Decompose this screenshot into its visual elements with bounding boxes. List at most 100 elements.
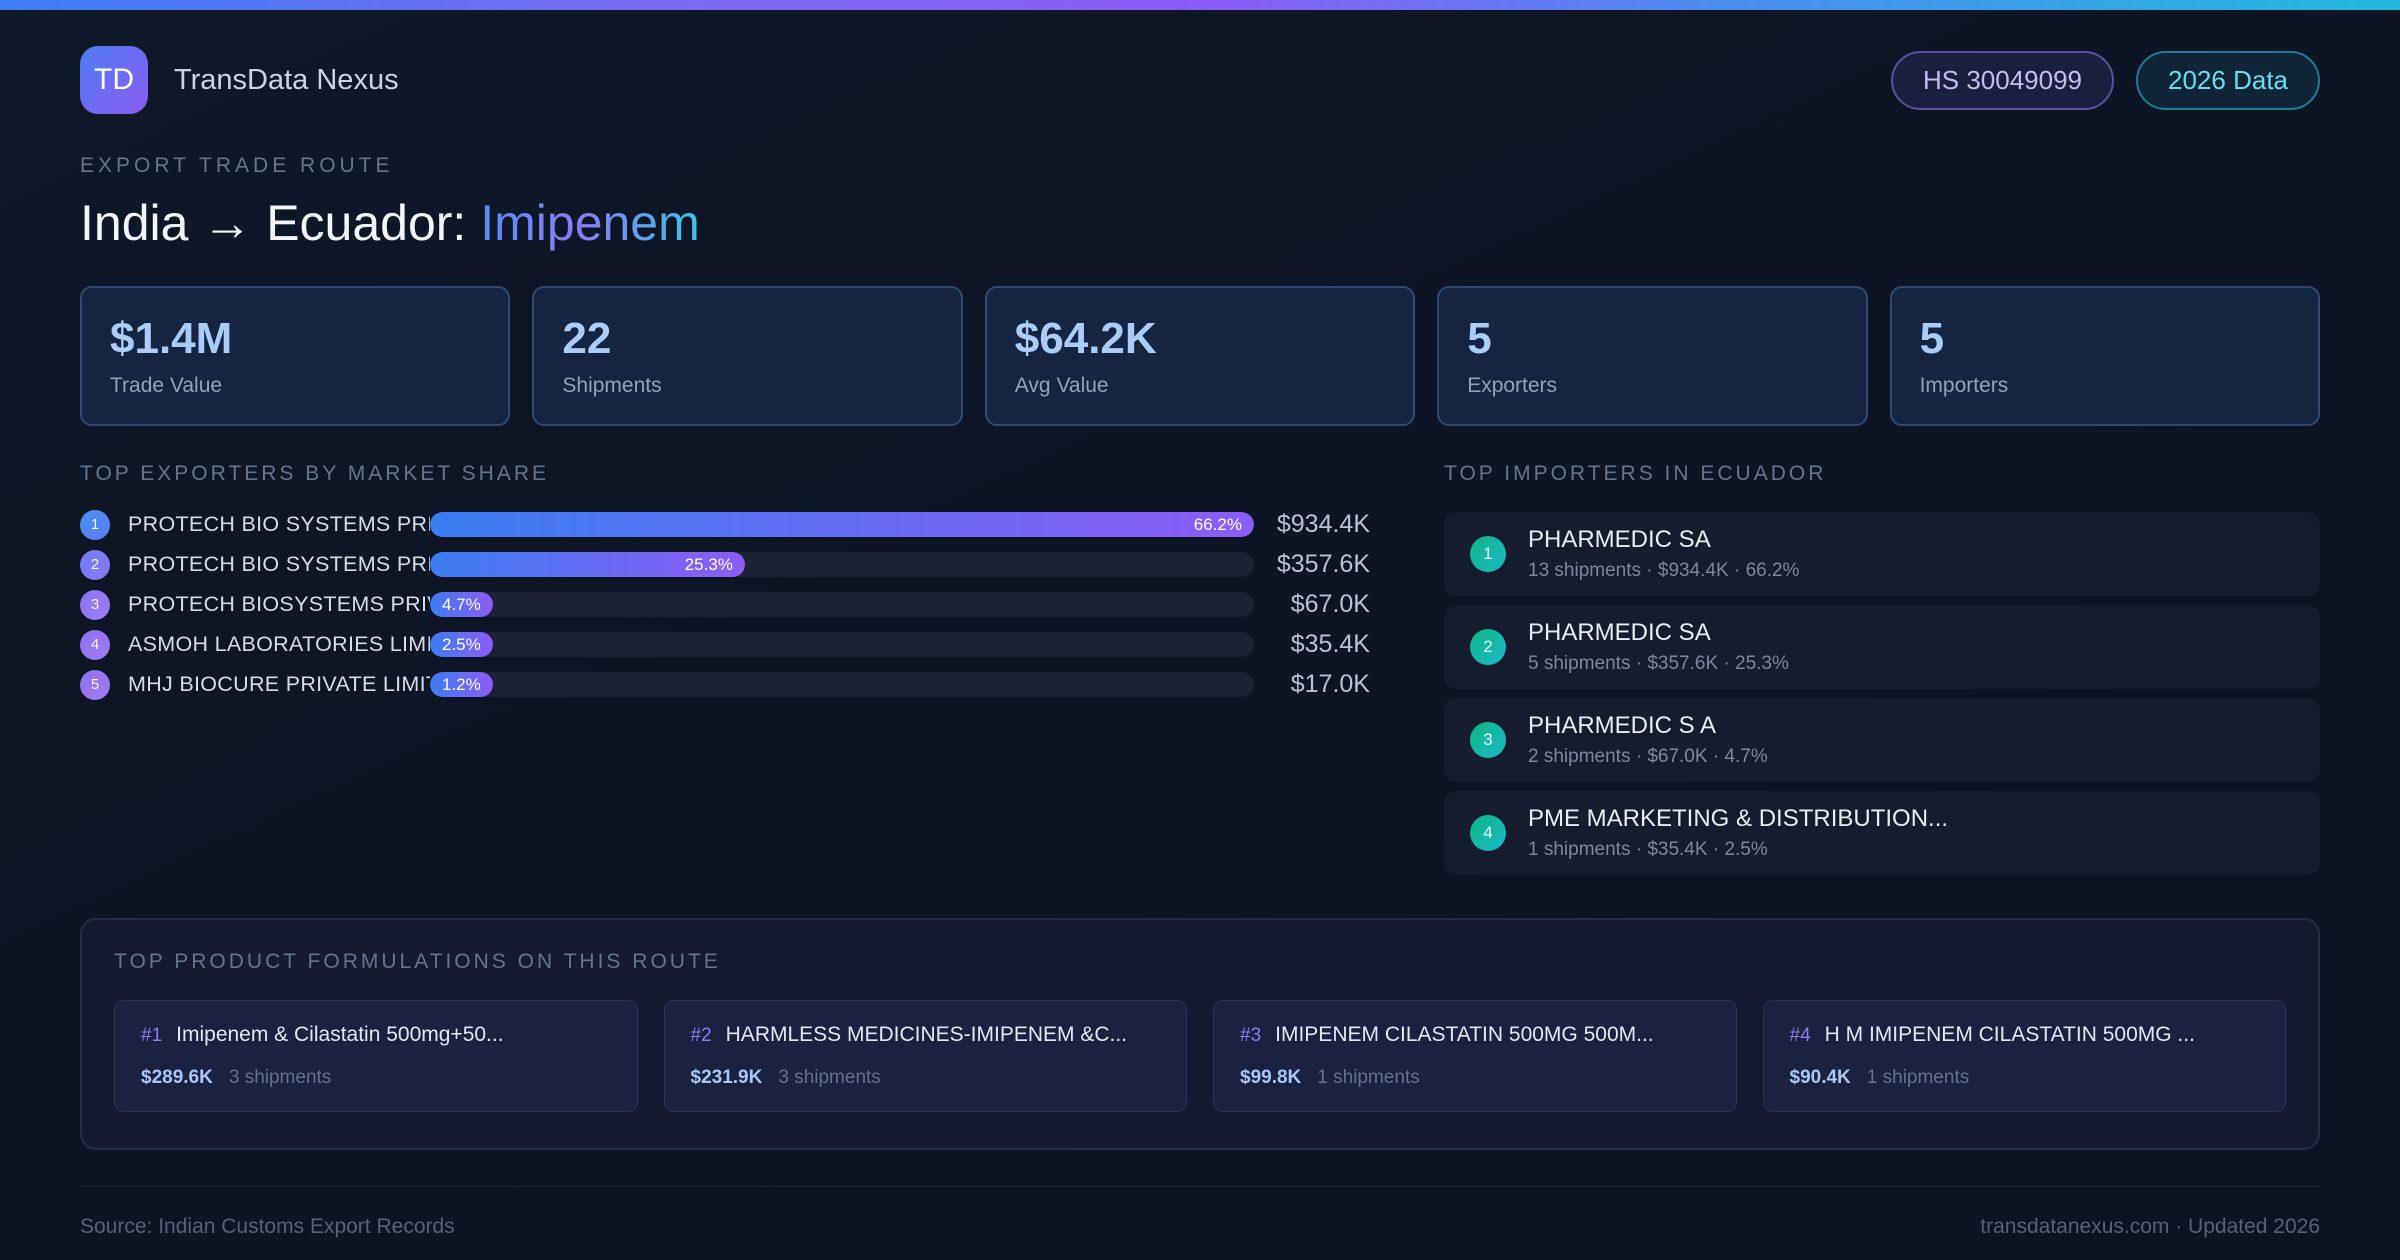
stat-value: 22 [562,314,612,363]
importer-info: PME MARKETING & DISTRIBUTION... 1 shipme… [1528,805,1948,861]
page-title-prefix: India → Ecuador: [80,195,481,251]
exporter-row[interactable]: 1 PROTECH BIO SYSTEMS PRIVAT... 66.2% $9… [80,509,1370,540]
exporter-row[interactable]: 5 MHJ BIOCURE PRIVATE LIMITED 1.2% $17.0… [80,669,1370,700]
market-share-bar-track: 4.7% [430,592,1254,617]
stat-card: 5 Exporters [1437,286,1868,426]
exporters-section: TOP EXPORTERS BY MARKET SHARE 1 PROTECH … [80,462,1370,884]
product-shipments: 1 shipments [1866,1067,1970,1088]
product-value: $289.6K [141,1067,213,1088]
market-share-percent: 66.2% [1193,514,1242,534]
market-share-bar-track: 25.3% [430,552,1254,577]
exporters-heading: TOP EXPORTERS BY MARKET SHARE [80,462,550,485]
product-stats-row: $289.6K 3 shipments [141,1067,611,1089]
stat-card: $64.2K Avg Value [984,286,1416,426]
stat-cards: $1.4M Trade Value 22 Shipments $64.2K Av… [80,286,2320,426]
brand-logo: TD [80,46,148,114]
importer-info: PHARMEDIC SA 13 shipments · $934.4K · 66… [1528,526,1799,582]
product-shipments: 1 shipments [1317,1067,1420,1088]
importer-rank-badge: 1 [1470,536,1506,572]
dashboard-page: TD TransData Nexus HS 30049099 2026 Data… [0,46,2400,1239]
exporter-rank-badge: 3 [80,589,110,620]
product-card[interactable]: #2 HARMLESS MEDICINES-IMIPENEM &C... $23… [663,1000,1187,1112]
importer-info: PHARMEDIC S A 2 shipments · $67.0K · 4.7… [1528,712,1768,768]
footer-site: transdatanexus.com · Updated 2026 [1980,1215,2320,1238]
product-rank: #1 [141,1025,163,1046]
product-shipments: 3 shipments [778,1067,881,1088]
product-title-row: #2 HARMLESS MEDICINES-IMIPENEM &C... [691,1023,1161,1047]
exporter-name: PROTECH BIO SYSTEMS PRIVAT... [128,512,430,536]
product-stats-row: $231.9K 3 shipments [691,1067,1161,1089]
product-title-row: #3 IMIPENEM CILASTATIN 500MG 500M... [1240,1023,1710,1047]
product-name: IMIPENEM CILASTATIN 500MG 500M... [1275,1023,1654,1046]
product-title-row: #1 Imipenem & Cilastatin 500mg+50... [141,1023,611,1047]
products-heading: TOP PRODUCT FORMULATIONS ON THIS ROUTE [114,950,721,973]
exporter-trade-value: $934.4K [1276,510,1370,538]
importer-meta: 13 shipments · $934.4K · 66.2% [1528,560,1800,581]
exporter-trade-value: $35.4K [1290,630,1370,658]
main-columns: TOP EXPORTERS BY MARKET SHARE 1 PROTECH … [80,462,2320,884]
exporter-name: ASMOH LABORATORIES LIMITED [128,632,430,656]
exporter-rank-badge: 1 [80,509,110,540]
stat-value: 5 [1467,314,1492,363]
market-share-bar-track: 1.2% [430,672,1254,697]
stat-label: Avg Value [1014,374,1109,397]
importer-row[interactable]: 2 PHARMEDIC SA 5 shipments · $357.6K · 2… [1444,605,2320,689]
importer-meta: 2 shipments · $67.0K · 4.7% [1528,746,1768,767]
product-stats-row: $99.8K 1 shipments [1240,1067,1710,1089]
importer-rank-badge: 3 [1470,722,1506,758]
importer-meta: 5 shipments · $357.6K · 25.3% [1528,653,1789,674]
product-name: H M IMIPENEM CILASTATIN 500MG ... [1824,1023,2195,1046]
stat-value: $64.2K [1014,314,1157,363]
market-share-percent: 1.2% [442,674,481,694]
footer-source: Source: Indian Customs Export Records [80,1215,455,1238]
exporter-name: PROTECH BIO SYSTEMS PRIVAT... [128,552,430,576]
product-card[interactable]: #1 Imipenem & Cilastatin 500mg+50... $28… [114,1000,638,1112]
product-name: HARMLESS MEDICINES-IMIPENEM &C... [725,1023,1128,1046]
stat-value: $1.4M [110,314,233,363]
exporter-rank-badge: 2 [80,549,110,580]
stat-label: Trade Value [110,374,223,397]
stat-label: Exporters [1467,374,1558,397]
exporter-row[interactable]: 4 ASMOH LABORATORIES LIMITED 2.5% $35.4K [80,629,1370,660]
importer-rank-badge: 4 [1470,815,1506,851]
importer-row[interactable]: 3 PHARMEDIC S A 2 shipments · $67.0K · 4… [1444,698,2320,782]
product-stats-row: $90.4K 1 shipments [1790,1067,2260,1089]
products-grid: #1 Imipenem & Cilastatin 500mg+50... $28… [114,1000,2286,1112]
product-name: Imipenem & Cilastatin 500mg+50... [176,1023,504,1046]
brand: TD TransData Nexus [80,46,399,114]
exporter-rank-badge: 5 [80,669,110,700]
importer-meta: 1 shipments · $35.4K · 2.5% [1528,839,1768,860]
product-card[interactable]: #4 H M IMIPENEM CILASTATIN 500MG ... $90… [1762,1000,2286,1112]
page-title: India → Ecuador: Imipenem [80,194,2320,252]
year-data-badge[interactable]: 2026 Data [2136,50,2320,110]
product-value: $99.8K [1240,1067,1302,1088]
exporter-trade-value: $67.0K [1290,590,1370,618]
product-title-row: #4 H M IMIPENEM CILASTATIN 500MG ... [1790,1023,2260,1047]
importers-section: TOP IMPORTERS IN ECUADOR 1 PHARMEDIC SA … [1444,462,2320,884]
stat-card: 5 Importers [1889,286,2320,426]
product-shipments: 3 shipments [228,1067,332,1088]
hs-code-badge[interactable]: HS 30049099 [1890,50,2115,110]
importer-row[interactable]: 1 PHARMEDIC SA 13 shipments · $934.4K · … [1444,512,2320,596]
product-rank: #4 [1789,1025,1811,1046]
exporter-rank-badge: 4 [80,629,110,660]
importer-name: PME MARKETING & DISTRIBUTION... [1528,805,1949,832]
product-card[interactable]: #3 IMIPENEM CILASTATIN 500MG 500M... $99… [1213,1000,1737,1112]
footer: Source: Indian Customs Export Records tr… [80,1186,2320,1239]
products-panel: TOP PRODUCT FORMULATIONS ON THIS ROUTE #… [80,918,2320,1150]
importer-name: PHARMEDIC SA [1528,526,1711,553]
route-eyebrow: EXPORT TRADE ROUTE [80,154,394,177]
stat-card: $1.4M Trade Value [80,286,511,426]
app-name: TransData Nexus [174,63,399,96]
stat-card: 22 Shipments [532,286,963,426]
importer-row[interactable]: 4 PME MARKETING & DISTRIBUTION... 1 ship… [1444,791,2320,875]
exporter-row[interactable]: 2 PROTECH BIO SYSTEMS PRIVAT... 25.3% $3… [80,549,1370,580]
market-share-bar-fill: 66.2% [430,512,1254,537]
market-share-bar-track: 2.5% [430,632,1254,657]
importer-info: PHARMEDIC SA 5 shipments · $357.6K · 25.… [1528,619,1789,675]
header: TD TransData Nexus HS 30049099 2026 Data [80,46,2320,114]
importer-name: PHARMEDIC SA [1528,619,1711,646]
exporter-name: MHJ BIOCURE PRIVATE LIMITED [128,672,430,696]
stat-label: Shipments [562,374,662,397]
exporter-row[interactable]: 3 PROTECH BIOSYSTEMS PRIVATE... 4.7% $67… [80,589,1370,620]
